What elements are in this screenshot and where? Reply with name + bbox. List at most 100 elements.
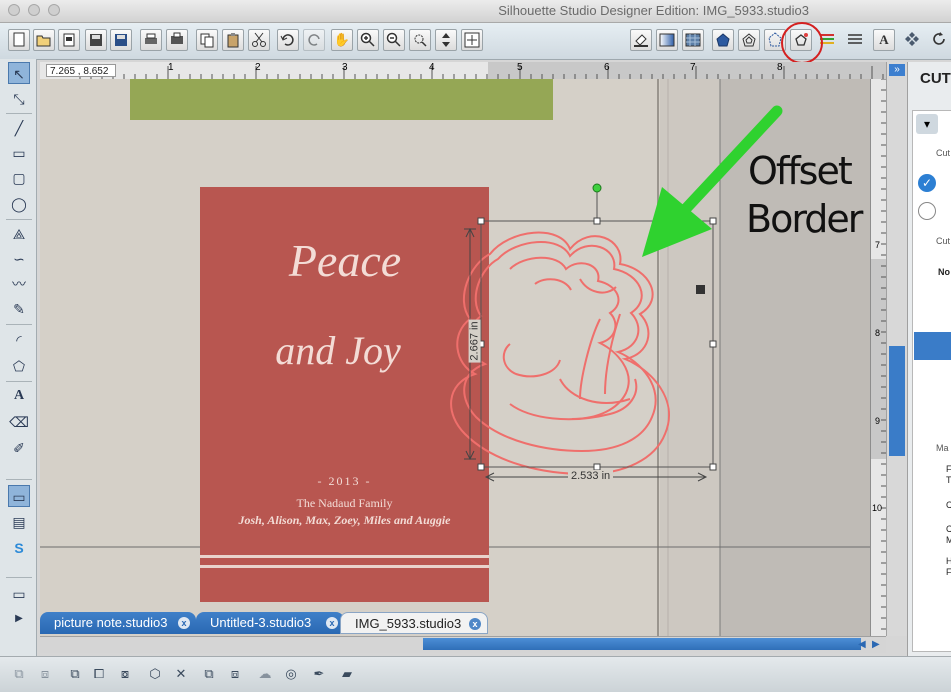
panel-label: T	[946, 475, 951, 485]
cut-mode-radio-checked[interactable]: ✓	[918, 174, 936, 192]
arc-tool-icon[interactable]: ◜	[8, 329, 30, 351]
vertical-scroll-thumb[interactable]	[889, 346, 905, 456]
sticker-icon[interactable]: ▰	[336, 663, 358, 685]
cut-icon[interactable]	[248, 29, 270, 51]
point-edit-icon[interactable]: ⤡	[8, 88, 30, 110]
height-dimension-label: 2.667 in	[468, 319, 481, 363]
compound-path-icon[interactable]: ⧉	[64, 663, 86, 685]
cut-mode-radio[interactable]	[918, 202, 936, 220]
cut-style-selected[interactable]	[914, 332, 951, 360]
library-icon[interactable]: ▤	[8, 511, 30, 533]
zoom-select-icon[interactable]	[409, 29, 431, 51]
panel-label: F	[946, 464, 951, 474]
print-cut-icon[interactable]	[166, 29, 188, 51]
window-view-icon[interactable]: ▭	[8, 583, 30, 605]
rotate-icon[interactable]	[928, 29, 950, 51]
tab-label: picture note.studio3	[54, 615, 168, 630]
card-family: The Nadaud Family	[296, 496, 393, 510]
line-style-icon[interactable]	[738, 29, 760, 51]
fit-page-icon[interactable]	[461, 29, 483, 51]
panel-label: Cut	[936, 236, 951, 246]
open-library-icon[interactable]	[58, 29, 80, 51]
title-bar: Silhouette Studio Designer Edition: IMG_…	[0, 0, 951, 23]
undo-icon[interactable]	[277, 29, 299, 51]
print-icon[interactable]	[140, 29, 162, 51]
sketch-pen-icon[interactable]: ✒	[308, 663, 330, 685]
replicate-icon[interactable]	[901, 29, 923, 51]
bring-forward-icon[interactable]: ⧉	[198, 663, 220, 685]
smooth-freehand-icon[interactable]: ✎	[8, 298, 30, 320]
zoom-in-icon[interactable]	[357, 29, 379, 51]
close-icon[interactable]: x	[469, 618, 481, 630]
chevron-down-icon[interactable]: ▾	[916, 114, 938, 134]
ruler-label: 4	[429, 62, 435, 73]
design-canvas[interactable]: Peace and Joy - 2013 - The Nadaud Family…	[40, 79, 870, 636]
line-color-icon[interactable]	[712, 29, 734, 51]
tab-picture-note[interactable]: picture note.studio3 x	[40, 612, 196, 634]
cut-settings-panel: ▾ ✓ Cut Cut No Ma F T C C M H F	[907, 62, 951, 658]
ruler-label: 2	[255, 62, 261, 73]
page-settings-icon[interactable]	[844, 29, 866, 51]
rounded-rect-icon[interactable]: ▢	[8, 167, 30, 189]
save-to-library-icon[interactable]	[110, 29, 132, 51]
copy-icon[interactable]	[196, 29, 218, 51]
cloud-icon[interactable]: ☁	[254, 663, 276, 685]
ruler-label: 9	[875, 416, 881, 426]
card-title-line2: and Joy	[275, 328, 401, 373]
release-compound-icon[interactable]: ⧠	[88, 663, 110, 685]
line-tool-icon[interactable]: ╱	[8, 117, 30, 139]
group-icon[interactable]: ⧉	[8, 663, 30, 685]
zoom-out-icon[interactable]	[383, 29, 405, 51]
paste-icon[interactable]	[222, 29, 244, 51]
annotation-label-offset: Offset	[748, 149, 853, 193]
select-icon[interactable]: ↖	[8, 62, 30, 84]
gradient-icon[interactable]	[656, 29, 678, 51]
fill-color-icon[interactable]	[630, 29, 652, 51]
vertical-scrollbar[interactable]: »	[886, 62, 907, 636]
open-file-icon[interactable]	[33, 29, 55, 51]
ruler-label: 6	[604, 62, 610, 73]
panel-label: Ma	[936, 443, 949, 453]
knife-icon[interactable]: ✐	[8, 437, 30, 459]
document-tabs: picture note.studio3 x Untitled-3.studio…	[36, 612, 886, 636]
expand-arrow-icon[interactable]: ▶	[8, 608, 30, 630]
zoom-drag-icon[interactable]	[435, 29, 457, 51]
ruler-label: 3	[342, 62, 348, 73]
curve-tool-icon[interactable]: ∽	[8, 248, 30, 270]
close-icon[interactable]: x	[326, 617, 338, 629]
send-backward-icon[interactable]: ⧈	[224, 663, 246, 685]
drawing-area-icon[interactable]: ▭	[8, 485, 30, 507]
tab-untitled-3[interactable]: Untitled-3.studio3 x	[196, 612, 344, 634]
new-file-icon[interactable]	[8, 29, 30, 51]
ruler-label: 5	[517, 62, 523, 73]
text-tool-icon[interactable]: A	[8, 385, 30, 407]
annotation-label-border: Border	[746, 197, 863, 241]
save-icon[interactable]	[85, 29, 107, 51]
regular-polygon-icon[interactable]: ⬠	[8, 355, 30, 377]
silhouette-store-icon[interactable]: S	[8, 537, 30, 559]
panel-label: M	[946, 535, 951, 545]
collapse-panel-icon[interactable]: »	[889, 64, 905, 76]
horizontal-scroll-thumb[interactable]	[423, 638, 861, 650]
close-icon[interactable]: x	[178, 617, 190, 629]
delete-icon[interactable]: ✕	[170, 663, 192, 685]
ungroup-icon[interactable]: ⧈	[34, 663, 56, 685]
freehand-icon[interactable]: 〰	[8, 273, 30, 295]
group-selected-icon[interactable]: ⧇	[114, 663, 136, 685]
3d-box-icon[interactable]: ⬡	[144, 663, 166, 685]
target-icon[interactable]: ◎	[280, 663, 302, 685]
eraser-icon[interactable]: ⌫	[8, 411, 30, 433]
canvas-artwork	[40, 79, 870, 636]
scroll-right-icon[interactable]: ▶	[872, 639, 880, 650]
tab-img-5933[interactable]: IMG_5933.studio3 x	[340, 612, 488, 634]
scroll-left-icon[interactable]: ◀	[858, 639, 866, 650]
right-ruler: 7 8 9 10	[870, 79, 887, 636]
redo-icon[interactable]	[303, 29, 325, 51]
polygon-tool-icon[interactable]: ⟁	[8, 223, 30, 245]
fill-pattern-icon[interactable]	[682, 29, 704, 51]
rectangle-tool-icon[interactable]: ▭	[8, 142, 30, 164]
text-style-icon[interactable]: A	[873, 29, 895, 51]
ellipse-tool-icon[interactable]: ◯	[8, 193, 30, 215]
width-dimension-label: 2.533 in	[568, 470, 614, 482]
pan-hand-icon[interactable]: ✋	[331, 29, 353, 51]
